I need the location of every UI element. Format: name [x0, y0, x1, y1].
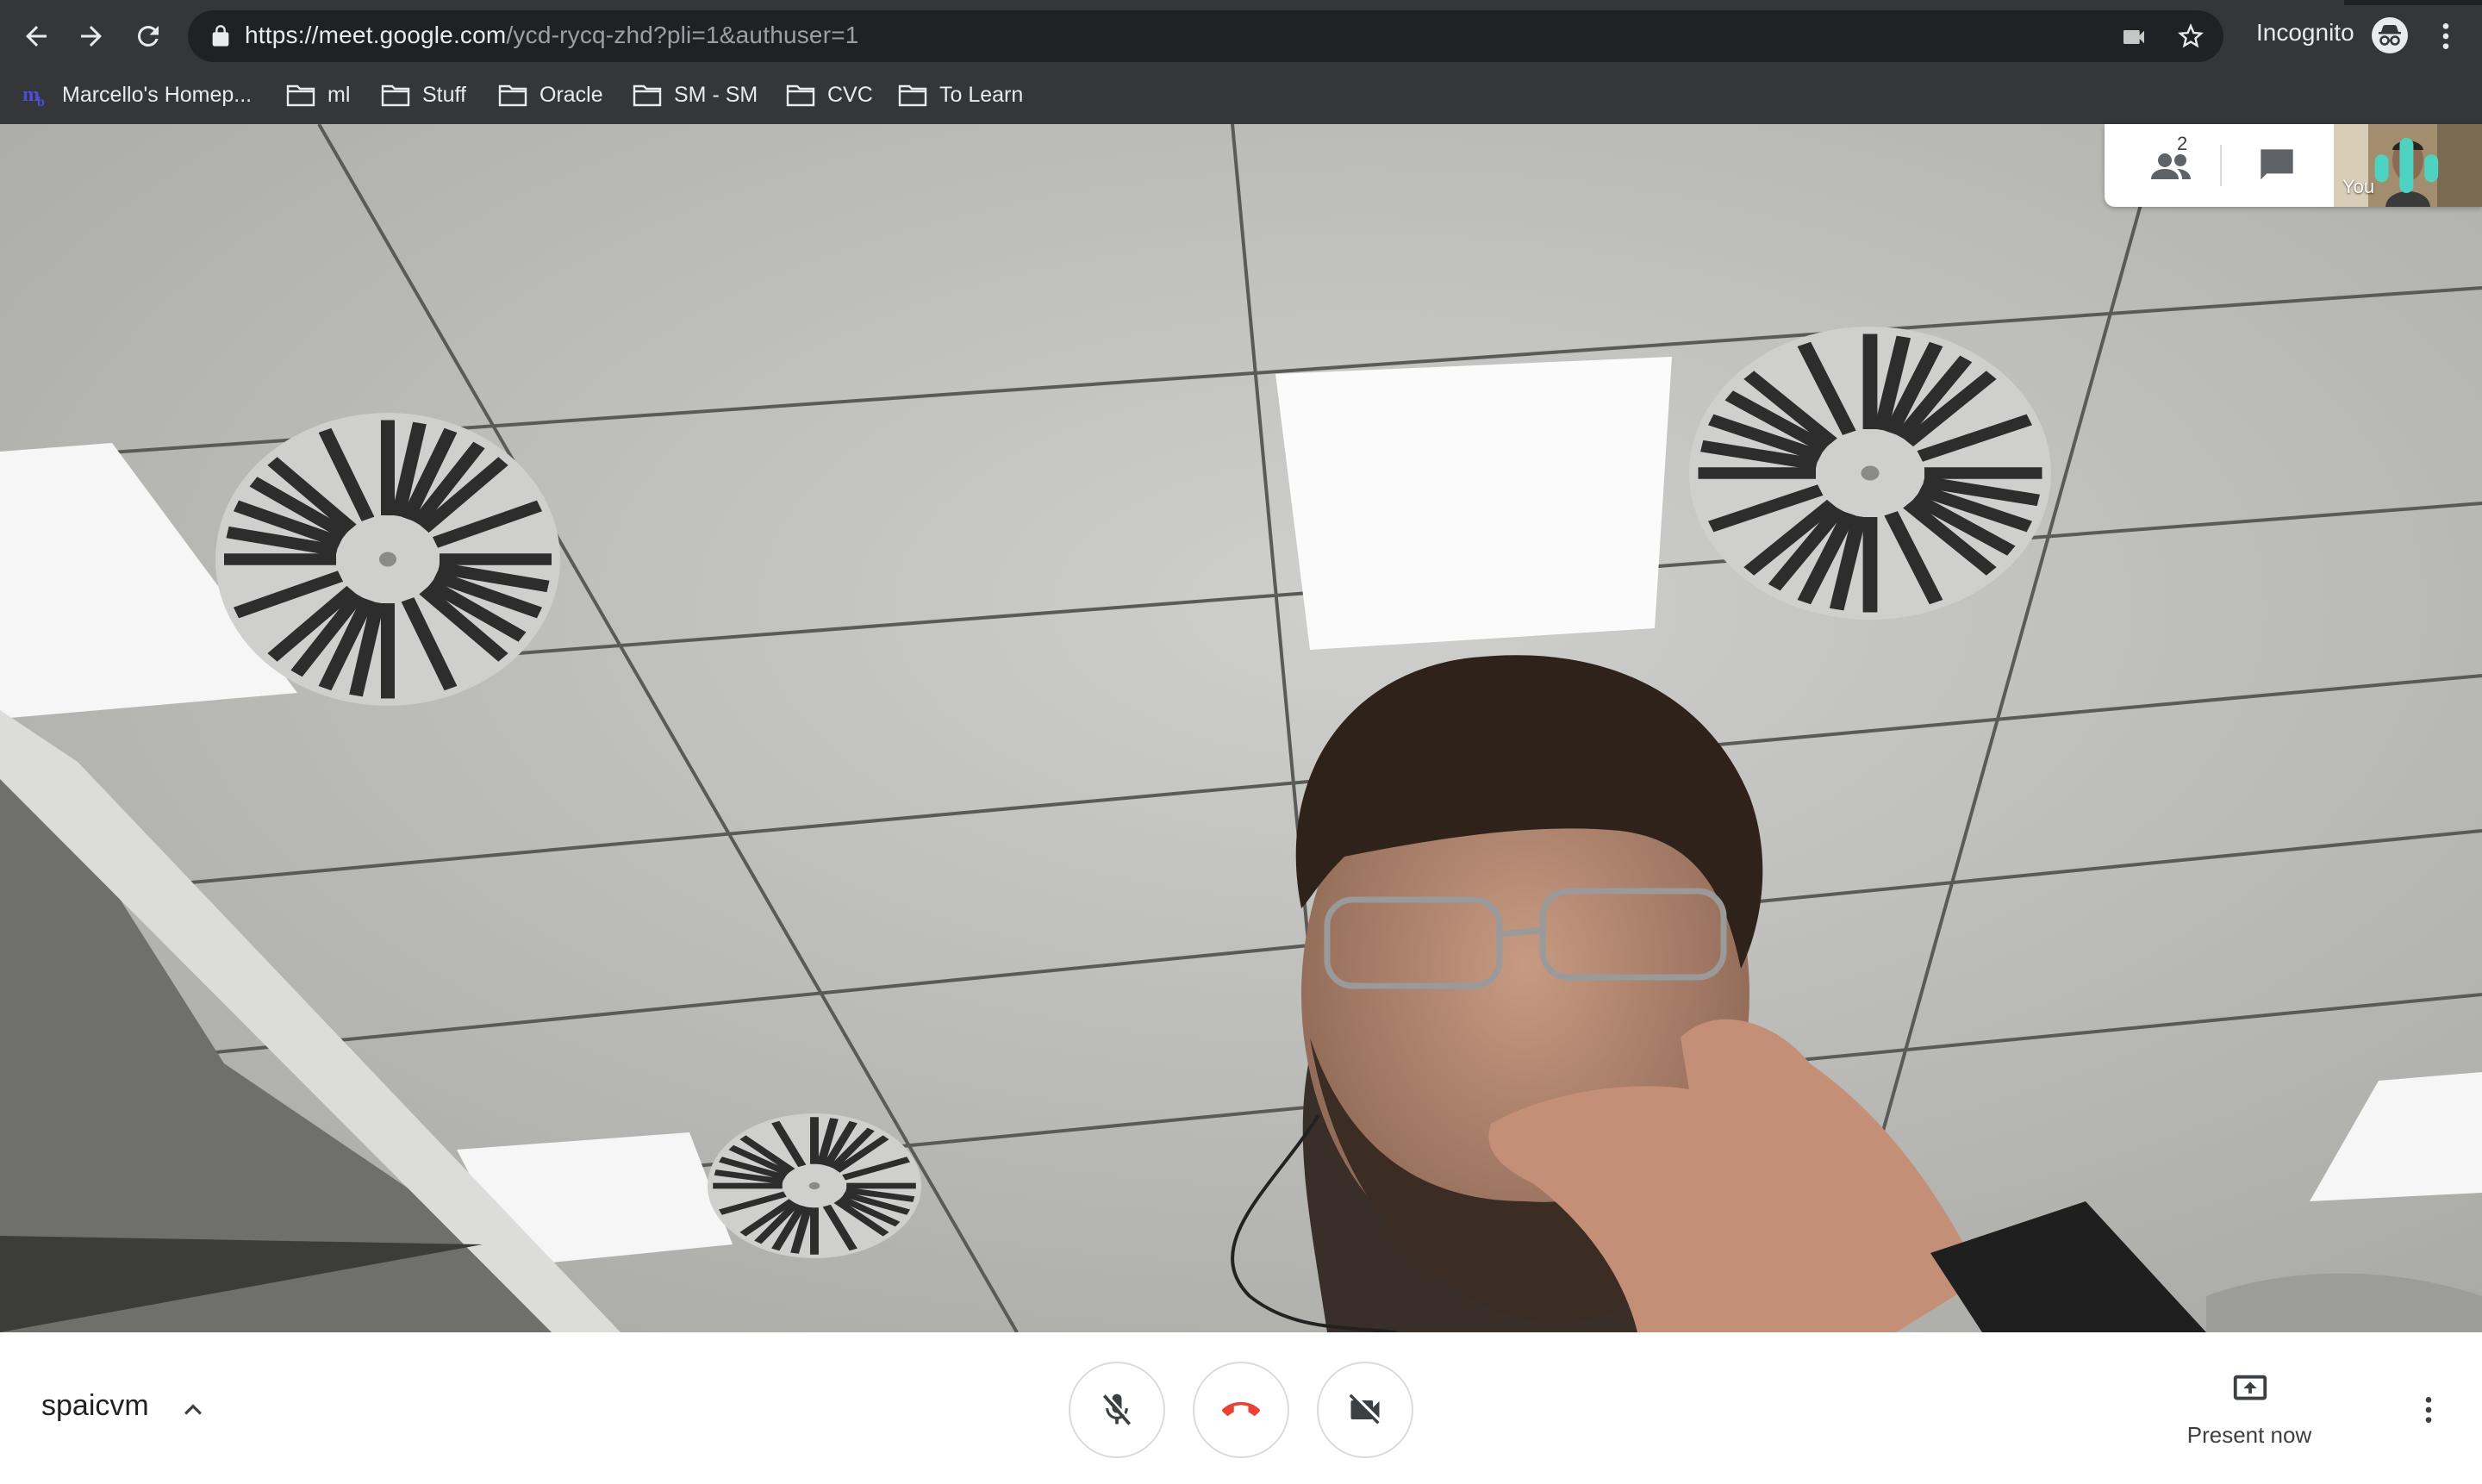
active-tab[interactable] [0, 0, 2344, 5]
meeting-info-panel: 2 You [2105, 124, 2482, 207]
panel-divider [2220, 145, 2222, 186]
camera-off-icon [1349, 1394, 1380, 1425]
url-text[interactable]: https://meet.google.com/ycd-rycq-zhd?pli… [245, 22, 859, 49]
bookmark-folder-ml[interactable]: ml [286, 78, 350, 112]
bookmark-folder-sm[interactable]: SM - SM [633, 78, 758, 112]
bookmark-label: Stuff [422, 82, 466, 107]
bookmark-marcello[interactable]: mb Marcello's Homep... [21, 78, 252, 112]
url-host: https://meet.google.com [245, 22, 507, 48]
lock-icon [212, 25, 229, 47]
bookmarks-bar: mb Marcello's Homep... ml Stuff Oracle S… [0, 72, 2482, 115]
arrow-right-icon [81, 26, 102, 47]
back-button[interactable] [16, 16, 57, 57]
bookmark-label: SM - SM [674, 82, 758, 107]
star-icon[interactable] [2175, 21, 2206, 52]
chat-icon[interactable] [2253, 141, 2301, 190]
folder-icon [633, 84, 662, 107]
folder-icon [786, 84, 815, 107]
reload-icon [137, 25, 159, 47]
bookmark-label: CVC [827, 82, 873, 107]
bookmark-folder-to-learn[interactable]: To Learn [898, 78, 1023, 112]
forward-button[interactable] [71, 16, 112, 57]
reload-button[interactable] [128, 16, 169, 57]
self-view-tile[interactable]: You [2334, 124, 2482, 207]
url-path: /ycd-rycq-zhd?pli=1&authuser=1 [506, 22, 859, 48]
incognito-icon[interactable] [2372, 17, 2408, 53]
folder-icon [381, 84, 410, 107]
camera-icon[interactable] [2120, 23, 2148, 51]
tab-strip [0, 0, 2482, 5]
kebab-menu-icon[interactable] [2429, 17, 2463, 55]
mic-off-icon [1102, 1393, 1133, 1425]
svg-text:b: b [37, 95, 45, 108]
folder-icon [898, 84, 927, 107]
meeting-controls-bar: spaicvm Present now [0, 1332, 2482, 1484]
address-bar[interactable]: https://meet.google.com/ycd-rycq-zhd?pli… [188, 10, 2223, 62]
bookmark-folder-cvc[interactable]: CVC [786, 78, 873, 112]
folder-icon [286, 84, 315, 107]
present-screen-icon [2233, 1375, 2267, 1400]
camera-toggle-button[interactable] [1317, 1362, 1413, 1458]
meeting-code[interactable]: spaicvm [41, 1389, 149, 1423]
people-icon[interactable] [2139, 140, 2208, 191]
participants-count: 2 [2177, 133, 2188, 154]
present-now-button[interactable]: Present now [2172, 1370, 2327, 1456]
audio-level-icon [2374, 138, 2439, 193]
leave-call-button[interactable] [1193, 1362, 1289, 1458]
chevron-up-icon[interactable] [176, 1393, 210, 1427]
folder-icon [498, 84, 527, 107]
arrow-left-icon [26, 26, 47, 47]
present-now-label: Present now [2186, 1422, 2312, 1448]
browser-chrome: https://meet.google.com/ycd-rycq-zhd?pli… [0, 0, 2482, 124]
microphone-toggle-button[interactable] [1069, 1362, 1165, 1458]
bookmark-label: Marcello's Homep... [62, 82, 253, 107]
bookmark-folder-stuff[interactable]: Stuff [381, 78, 466, 112]
more-options-icon[interactable] [2411, 1391, 2446, 1429]
bookmark-folder-oracle[interactable]: Oracle [498, 78, 603, 112]
main-video-feed [0, 124, 2482, 1332]
bookmark-label: Oracle [539, 82, 603, 107]
bookmark-label: ml [327, 82, 351, 107]
incognito-label: Incognito [2256, 19, 2354, 46]
bookmark-label: To Learn [939, 82, 1024, 107]
hangup-phone-icon [1222, 1401, 1260, 1416]
site-favicon: mb [22, 84, 45, 108]
participant-video-image [0, 124, 2482, 1332]
